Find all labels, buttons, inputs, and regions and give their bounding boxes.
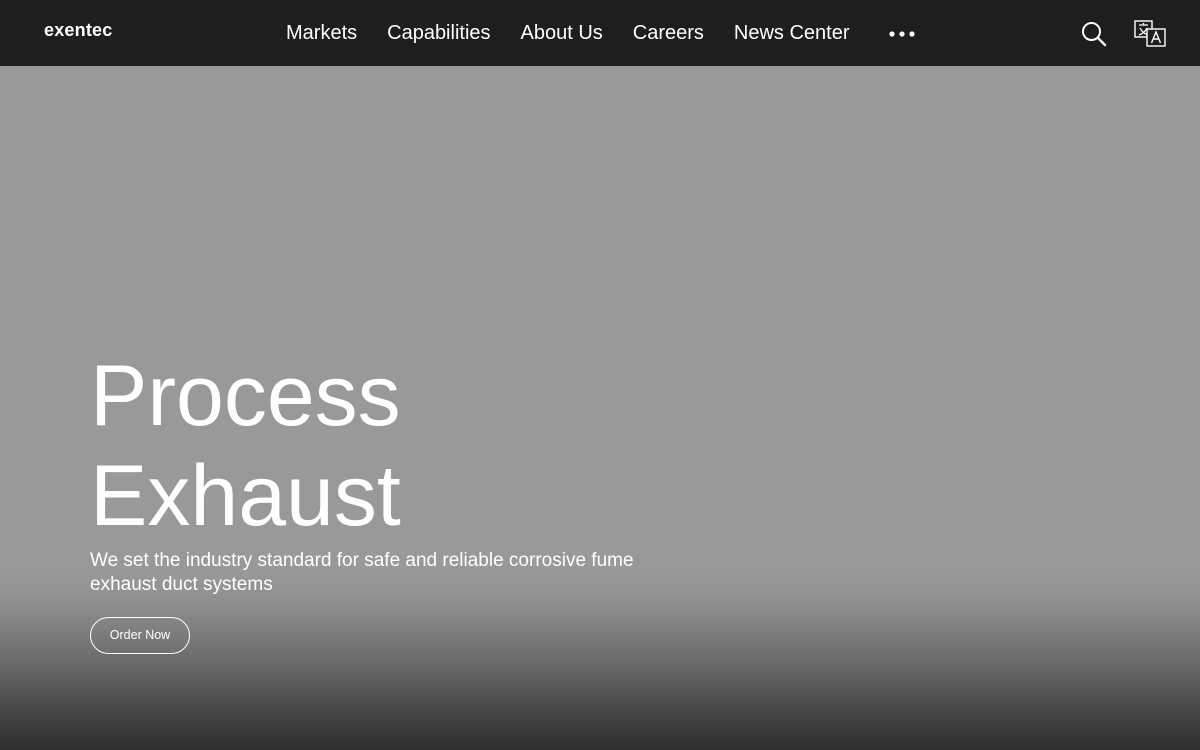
order-now-button[interactable]: Order Now [90,617,190,654]
nav-item-markets[interactable]: Markets [286,22,357,45]
hero-title-line-2: Exhaust [90,448,401,544]
main-nav: Markets Capabilities About Us Careers Ne… [286,0,880,66]
hero-title-line-1: Process [90,348,401,444]
hero-subtitle-line-1: We set the industry standard for safe an… [90,550,634,571]
hero-subtitle: We set the industry standard for safe an… [90,549,650,597]
logo[interactable]: exentec [44,20,112,41]
nav-item-capabilities[interactable]: Capabilities [387,22,490,45]
more-horizontal-icon[interactable] [888,27,918,39]
hero-banner: Process Exhaust We set the industry stand… [0,66,1200,750]
translate-icon[interactable] [1133,18,1167,48]
search-icon[interactable] [1080,20,1108,48]
nav-item-careers[interactable]: Careers [633,22,704,45]
hero-subtitle-line-2: exhaust duct systems [90,574,273,595]
nav-item-about-us[interactable]: About Us [521,22,603,45]
hero-title: Process Exhaust [90,346,401,546]
nav-item-news-center[interactable]: News Center [734,22,850,45]
site-header: exentec Markets Capabilities About Us Ca… [0,0,1200,66]
